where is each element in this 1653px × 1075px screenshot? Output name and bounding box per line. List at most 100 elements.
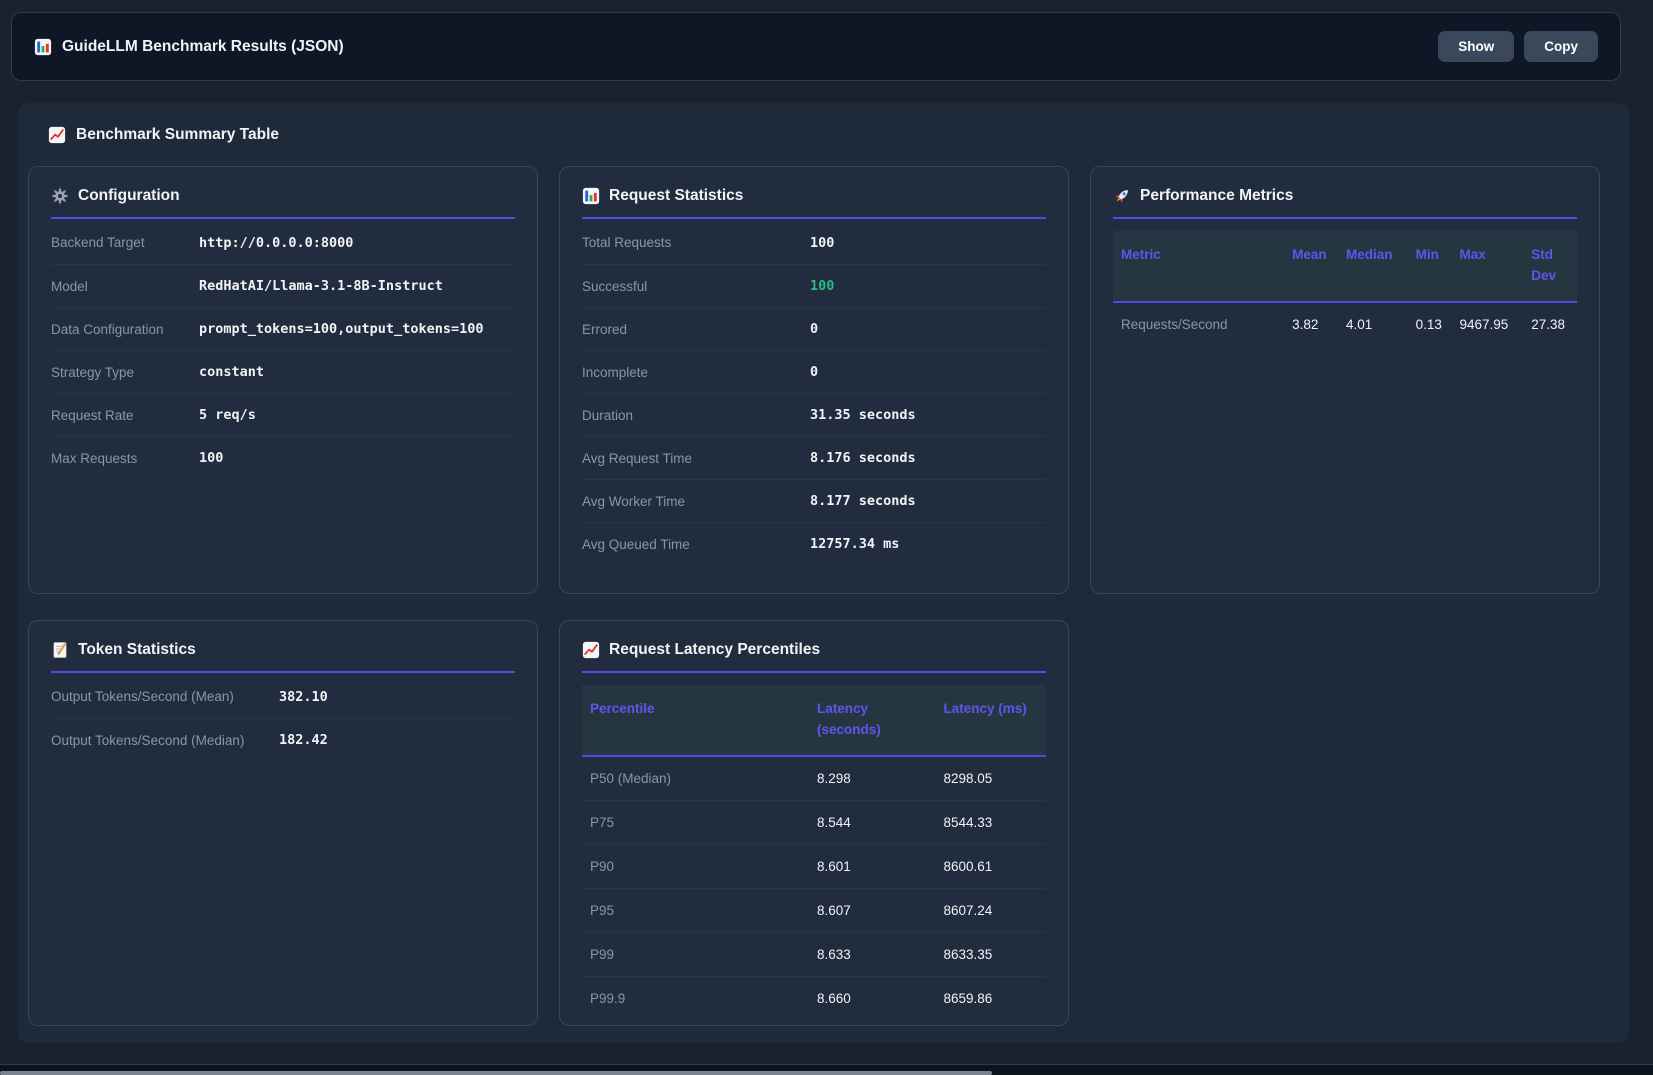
- row-label: Data Configuration: [51, 322, 199, 337]
- cell-latency-ms: 8633.35: [935, 933, 1046, 976]
- column-header-max: Max: [1452, 231, 1524, 301]
- table-row-p90: P90 8.601 8600.61: [582, 844, 1046, 888]
- row-value: 100: [810, 235, 834, 251]
- table-row-p50: P50 (Median) 8.298 8298.05: [582, 757, 1046, 800]
- header-bar: GuideLLM Benchmark Results (JSON) Show C…: [11, 12, 1621, 81]
- stat-row-avg-request-time: Avg Request Time 8.176 seconds: [582, 436, 1046, 479]
- row-label: Total Requests: [582, 235, 810, 250]
- column-header-latency-ms: Latency (ms): [935, 685, 1046, 755]
- table-row-p75: P75 8.544 8544.33: [582, 800, 1046, 844]
- column-header-median: Median: [1338, 231, 1408, 301]
- cell-percentile: P99: [582, 933, 809, 976]
- token-statistics-card-title-label: Token Statistics: [78, 641, 196, 659]
- header-buttons: Show Copy: [1438, 31, 1598, 62]
- cell-latency-seconds: 8.633: [809, 933, 935, 976]
- cell-latency-ms: 8544.33: [935, 801, 1046, 844]
- table-row-requests-per-second: Requests/Second 3.82 4.01 0.13 9467.95 2…: [1113, 303, 1577, 346]
- show-button[interactable]: Show: [1438, 31, 1514, 62]
- cell-latency-seconds: 8.601: [809, 845, 935, 888]
- performance-metrics-card: Performance Metrics Metric Mean Median M…: [1090, 166, 1600, 594]
- cell-max: 9467.95: [1452, 303, 1524, 346]
- cell-percentile: P95: [582, 889, 809, 932]
- chart-increasing-icon: [582, 641, 600, 659]
- bar-chart-icon: [582, 187, 600, 205]
- token-row-mean: Output Tokens/Second (Mean) 382.10: [51, 675, 515, 718]
- performance-metrics-table-header: Metric Mean Median Min Max Std Dev: [1113, 231, 1577, 303]
- title-underline: [1113, 217, 1577, 219]
- config-row-strategy-type: Strategy Type constant: [51, 350, 515, 393]
- row-label: Errored: [582, 322, 810, 337]
- row-value: 182.42: [279, 732, 328, 748]
- row-value: 100: [199, 450, 223, 466]
- row-label: Model: [51, 279, 199, 294]
- config-row-model: Model RedHatAI/Llama-3.1-8B-Instruct: [51, 264, 515, 307]
- performance-metrics-card-title: Performance Metrics: [1113, 187, 1577, 205]
- stat-row-duration: Duration 31.35 seconds: [582, 393, 1046, 436]
- column-header-std-dev: Std Dev: [1523, 231, 1577, 301]
- request-statistics-card-title-label: Request Statistics: [609, 187, 743, 205]
- row-value: RedHatAI/Llama-3.1-8B-Instruct: [199, 278, 443, 294]
- title-underline: [582, 671, 1046, 673]
- title-underline: [582, 217, 1046, 219]
- performance-metrics-card-title-label: Performance Metrics: [1140, 187, 1293, 205]
- cell-latency-seconds: 8.298: [809, 757, 935, 800]
- cell-latency-ms: 8659.86: [935, 977, 1046, 1020]
- memo-icon: [51, 641, 69, 659]
- title-underline: [51, 671, 515, 673]
- row-value: 382.10: [279, 689, 328, 705]
- table-row-p99-9: P99.9 8.660 8659.86: [582, 976, 1046, 1020]
- row-value-success: 100: [810, 278, 834, 294]
- latency-percentiles-card: Request Latency Percentiles Percentile L…: [559, 620, 1069, 1026]
- row-label: Avg Worker Time: [582, 494, 810, 509]
- cell-latency-ms: 8298.05: [935, 757, 1046, 800]
- stat-row-total-requests: Total Requests 100: [582, 221, 1046, 264]
- token-statistics-card: Token Statistics Output Tokens/Second (M…: [28, 620, 538, 1026]
- cell-percentile: P50 (Median): [582, 757, 809, 800]
- token-row-median: Output Tokens/Second (Median) 182.42: [51, 718, 515, 761]
- row-label: Avg Request Time: [582, 451, 810, 466]
- row-value: constant: [199, 364, 264, 380]
- latency-percentiles-card-title: Request Latency Percentiles: [582, 641, 1046, 659]
- table-row-p99: P99 8.633 8633.35: [582, 932, 1046, 976]
- configuration-card-title: Configuration: [51, 187, 515, 205]
- row-value: 31.35 seconds: [810, 407, 916, 423]
- copy-button[interactable]: Copy: [1524, 31, 1598, 62]
- percentiles-table-header: Percentile Latency (seconds) Latency (ms…: [582, 685, 1046, 757]
- row-value: http://0.0.0.0:8000: [199, 235, 353, 251]
- row-label: Successful: [582, 279, 810, 294]
- title-underline: [51, 217, 515, 219]
- config-row-max-requests: Max Requests 100: [51, 436, 515, 479]
- stat-row-avg-worker-time: Avg Worker Time 8.177 seconds: [582, 479, 1046, 522]
- cell-percentile: P90: [582, 845, 809, 888]
- chart-increasing-icon: [48, 126, 66, 144]
- cell-min: 0.13: [1408, 303, 1452, 346]
- configuration-card: Configuration Backend Target http://0.0.…: [28, 166, 538, 594]
- token-statistics-card-title: Token Statistics: [51, 641, 515, 659]
- column-header-mean: Mean: [1284, 231, 1338, 301]
- cell-percentile: P99.9: [582, 977, 809, 1020]
- window-title: GuideLLM Benchmark Results (JSON): [62, 38, 344, 56]
- row-value: 8.177 seconds: [810, 493, 916, 509]
- benchmark-summary-section: Benchmark Summary Table Configuration Ba…: [18, 103, 1629, 1043]
- config-row-data-configuration: Data Configuration prompt_tokens=100,out…: [51, 307, 515, 350]
- window-title-group: GuideLLM Benchmark Results (JSON): [34, 38, 344, 56]
- cell-std-dev: 27.38: [1523, 303, 1577, 346]
- request-statistics-card: Request Statistics Total Requests 100 Su…: [559, 166, 1069, 594]
- cards-grid: Configuration Backend Target http://0.0.…: [28, 166, 1619, 1026]
- cell-latency-ms: 8607.24: [935, 889, 1046, 932]
- row-label: Output Tokens/Second (Median): [51, 733, 279, 748]
- latency-percentiles-card-title-label: Request Latency Percentiles: [609, 641, 820, 659]
- row-value: 8.176 seconds: [810, 450, 916, 466]
- row-label: Request Rate: [51, 408, 199, 423]
- configuration-card-title-label: Configuration: [78, 187, 180, 205]
- stat-row-successful: Successful 100: [582, 264, 1046, 307]
- bar-chart-icon: [34, 38, 52, 56]
- horizontal-scrollbar-thumb[interactable]: [0, 1071, 992, 1075]
- gear-icon: [51, 187, 69, 205]
- section-title: Benchmark Summary Table: [48, 126, 1619, 144]
- table-row-p95: P95 8.607 8607.24: [582, 888, 1046, 932]
- column-header-latency-seconds: Latency (seconds): [809, 685, 935, 755]
- row-value: 5 req/s: [199, 407, 256, 423]
- row-label: Duration: [582, 408, 810, 423]
- stat-row-incomplete: Incomplete 0: [582, 350, 1046, 393]
